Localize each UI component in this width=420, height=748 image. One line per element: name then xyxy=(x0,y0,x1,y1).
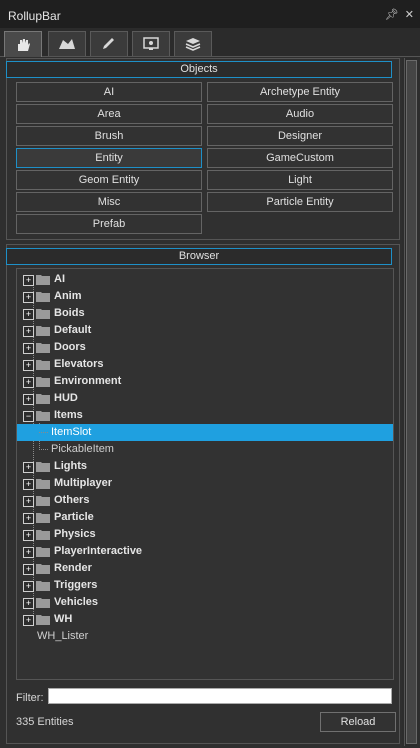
expand-icon[interactable]: + xyxy=(23,496,34,507)
folder-icon xyxy=(36,513,50,523)
object-btn-archetype-entity[interactable]: Archetype Entity xyxy=(207,82,393,102)
filter-label: Filter: xyxy=(16,692,44,704)
tree-folder-lights[interactable]: + Lights xyxy=(17,458,393,475)
folder-icon xyxy=(36,394,50,404)
expand-icon[interactable]: + xyxy=(23,547,34,558)
object-btn-ai[interactable]: AI xyxy=(16,82,202,102)
entity-count: 335 Entities xyxy=(16,716,74,728)
tree-item-pickableitem[interactable]: PickableItem xyxy=(17,441,393,458)
object-btn-audio[interactable]: Audio xyxy=(207,104,393,124)
hand-icon xyxy=(18,38,30,51)
tree-folder-physics[interactable]: + Physics xyxy=(17,526,393,543)
monitor-icon xyxy=(143,37,159,50)
expand-icon[interactable]: + xyxy=(23,309,34,320)
folder-icon xyxy=(36,462,50,472)
expand-icon[interactable]: + xyxy=(23,530,34,541)
tab-layers[interactable] xyxy=(174,31,212,56)
expand-icon[interactable]: + xyxy=(23,479,34,490)
object-btn-geom-entity[interactable]: Geom Entity xyxy=(16,170,202,190)
tree-folder-others[interactable]: + Others xyxy=(17,492,393,509)
object-btn-misc[interactable]: Misc xyxy=(16,192,202,212)
object-btn-brush[interactable]: Brush xyxy=(16,126,202,146)
window-title: RollupBar xyxy=(8,9,61,23)
expand-icon[interactable]: + xyxy=(23,615,34,626)
folder-icon xyxy=(36,326,50,336)
tree-folder-vehicles[interactable]: + Vehicles xyxy=(17,594,393,611)
tree-folder-multiplayer[interactable]: + Multiplayer xyxy=(17,475,393,492)
folder-icon xyxy=(36,343,50,353)
tab-objects[interactable] xyxy=(4,31,42,57)
expand-icon[interactable]: + xyxy=(23,292,34,303)
terrain-icon xyxy=(59,39,75,49)
object-btn-entity[interactable]: Entity xyxy=(16,148,202,168)
object-btn-designer[interactable]: Designer xyxy=(207,126,393,146)
title-bar: RollupBar 📌︎ ✕ xyxy=(0,0,420,28)
expand-icon[interactable]: + xyxy=(23,394,34,405)
object-btn-light[interactable]: Light xyxy=(207,170,393,190)
tree-folder-ai[interactable]: + AI xyxy=(17,271,393,288)
tree-folder-boids[interactable]: + Boids xyxy=(17,305,393,322)
folder-icon xyxy=(36,530,50,540)
pencil-icon xyxy=(103,38,114,49)
collapse-icon[interactable]: − xyxy=(23,411,34,422)
folder-icon xyxy=(36,292,50,302)
expand-icon[interactable]: + xyxy=(23,275,34,286)
tab-terrain[interactable] xyxy=(48,31,86,56)
folder-icon xyxy=(36,547,50,557)
tab-modeling[interactable] xyxy=(90,31,128,56)
folder-icon xyxy=(36,377,50,387)
scrollbar-thumb[interactable] xyxy=(406,60,417,744)
pin-icon[interactable]: 📌︎ xyxy=(385,8,399,21)
tree-folder-triggers[interactable]: + Triggers xyxy=(17,577,393,594)
tree-folder-playerinteractive[interactable]: + PlayerInteractive xyxy=(17,543,393,560)
expand-icon[interactable]: + xyxy=(23,343,34,354)
filter-input[interactable] xyxy=(48,688,392,704)
expand-icon[interactable]: + xyxy=(23,581,34,592)
folder-icon xyxy=(36,598,50,608)
folder-icon xyxy=(36,564,50,574)
folder-icon xyxy=(36,411,50,421)
tree-folder-items[interactable]: − Items xyxy=(17,407,393,424)
objects-header[interactable]: Objects xyxy=(6,61,392,78)
reload-button[interactable]: Reload xyxy=(320,712,396,732)
folder-icon xyxy=(36,275,50,285)
folder-icon xyxy=(36,309,50,319)
tree-item-itemslot[interactable]: ItemSlot xyxy=(17,424,393,441)
browser-header[interactable]: Browser xyxy=(6,248,392,265)
folder-icon xyxy=(36,615,50,625)
folder-icon xyxy=(36,496,50,506)
tree-folder-environment[interactable]: + Environment xyxy=(17,373,393,390)
object-btn-area[interactable]: Area xyxy=(16,104,202,124)
tree-folder-elevators[interactable]: + Elevators xyxy=(17,356,393,373)
expand-icon[interactable]: + xyxy=(23,462,34,473)
vertical-scrollbar[interactable] xyxy=(404,58,417,746)
tree-item-wh-lister[interactable]: WH_Lister xyxy=(17,628,393,645)
tree-folder-default[interactable]: + Default xyxy=(17,322,393,339)
close-icon[interactable]: ✕ xyxy=(405,8,414,21)
tree-connector xyxy=(39,432,48,433)
folder-icon xyxy=(36,360,50,370)
tab-strip xyxy=(0,28,420,57)
expand-icon[interactable]: + xyxy=(23,360,34,371)
layers-icon xyxy=(185,38,201,51)
expand-icon[interactable]: + xyxy=(23,513,34,524)
object-btn-prefab[interactable]: Prefab xyxy=(16,214,202,234)
tree-folder-anim[interactable]: + Anim xyxy=(17,288,393,305)
tree-folder-render[interactable]: + Render xyxy=(17,560,393,577)
tab-display[interactable] xyxy=(132,31,170,56)
tree-folder-hud[interactable]: + HUD xyxy=(17,390,393,407)
expand-icon[interactable]: + xyxy=(23,377,34,388)
tree-folder-particle[interactable]: + Particle xyxy=(17,509,393,526)
folder-icon xyxy=(36,581,50,591)
folder-icon xyxy=(36,479,50,489)
tree-folder-wh[interactable]: + WH xyxy=(17,611,393,628)
tree-connector xyxy=(39,449,48,450)
expand-icon[interactable]: + xyxy=(23,564,34,575)
expand-icon[interactable]: + xyxy=(23,326,34,337)
tree-folder-doors[interactable]: + Doors xyxy=(17,339,393,356)
object-btn-gamecustom[interactable]: GameCustom xyxy=(207,148,393,168)
expand-icon[interactable]: + xyxy=(23,598,34,609)
object-btn-particle-entity[interactable]: Particle Entity xyxy=(207,192,393,212)
entity-tree[interactable]: + AI + Anim + Boids + Default + Doors + Elevat… xyxy=(16,268,394,680)
